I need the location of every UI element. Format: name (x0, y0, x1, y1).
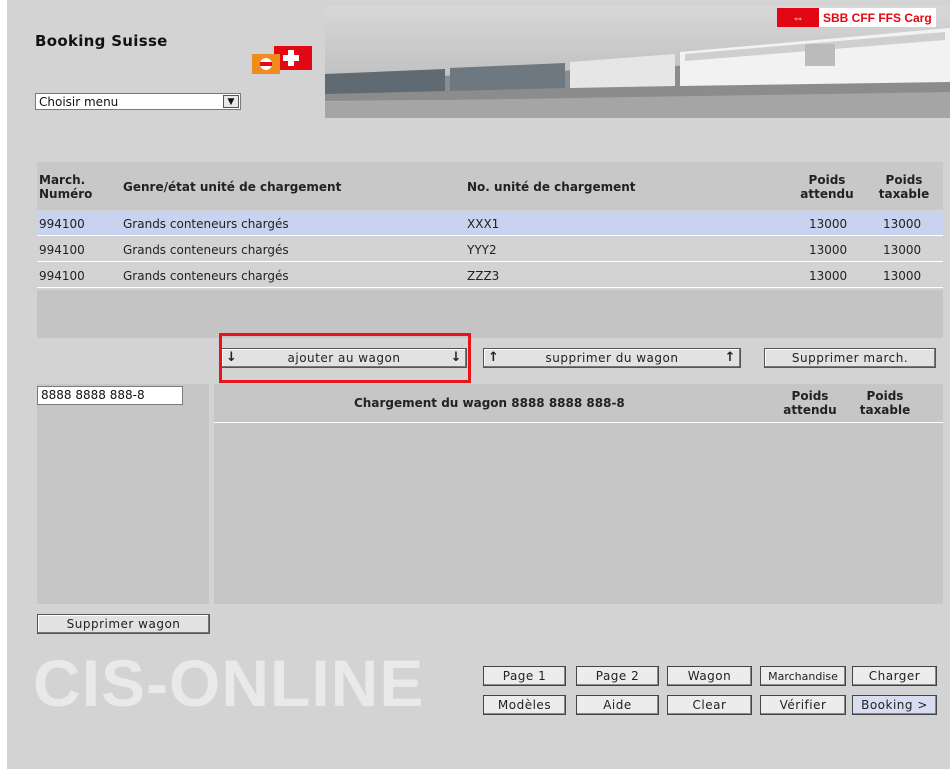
remove-from-wagon-button[interactable]: ↑ supprimer du wagon ↑ (483, 348, 741, 368)
table-row[interactable]: 994100 Grands conteneurs chargés XXX1 13… (37, 211, 943, 236)
cell-genre: Grands conteneurs chargés (123, 217, 289, 231)
page2-button[interactable]: Page 2 (576, 666, 659, 686)
col-genre: Genre/état unité de chargement (123, 180, 342, 194)
cell-unite: XXX1 (467, 217, 500, 231)
menu-select[interactable]: Choisir menu ▼ (35, 93, 241, 110)
loading-units-table-header: March. Numéro Genre/état unité de charge… (37, 162, 943, 210)
wagon-loading-list (214, 423, 943, 604)
table-row[interactable]: 994100 Grands conteneurs chargés ZZZ3 13… (37, 263, 943, 288)
wagon-col-taxable: Poids taxable (859, 389, 911, 417)
cell-numero: 994100 (39, 243, 85, 257)
cell-genre: Grands conteneurs chargés (123, 243, 289, 257)
cell-unite: YYY2 (467, 243, 497, 257)
marchandise-button[interactable]: Marchandise (760, 666, 846, 686)
col-numero: March. Numéro (39, 173, 93, 201)
app-window: Booking Suisse ⇔ SBB CFF FFS Carg Choisi… (7, 0, 950, 769)
table-empty-area (37, 290, 943, 338)
wagon-number-input[interactable]: 8888 8888 888-8 (37, 386, 183, 405)
sbb-arrows-icon: ⇔ (777, 8, 819, 27)
wagon-button[interactable]: Wagon (667, 666, 752, 686)
table-row[interactable]: 994100 Grands conteneurs chargés YYY2 13… (37, 237, 943, 262)
cell-genre: Grands conteneurs chargés (123, 269, 289, 283)
charger-button[interactable]: Charger (852, 666, 937, 686)
cell-unite: ZZZ3 (467, 269, 500, 283)
wagon-list-panel (37, 384, 209, 604)
cell-numero: 994100 (39, 217, 85, 231)
menu-select-value: Choisir menu (39, 94, 119, 109)
verifier-button[interactable]: Vérifier (760, 695, 846, 715)
cell-numero: 994100 (39, 269, 85, 283)
remove-from-wagon-label: supprimer du wagon (545, 351, 679, 365)
cell-attendu: 13000 (809, 269, 848, 283)
arrow-up-icon: ↑ (488, 350, 500, 365)
delete-march-button[interactable]: Supprimer march. (764, 348, 936, 368)
wagon-col-attendu: Poids attendu (783, 389, 837, 417)
clear-button[interactable]: Clear (667, 695, 752, 715)
aide-button[interactable]: Aide (576, 695, 659, 715)
sbb-brand-text: SBB CFF FFS Carg (819, 8, 936, 27)
cell-taxable: 13000 (883, 269, 922, 283)
col-poids-attendu: Poids attendu (800, 173, 854, 201)
delete-wagon-button[interactable]: Supprimer wagon (37, 614, 210, 634)
cell-attendu: 13000 (809, 217, 848, 231)
chevron-down-icon[interactable]: ▼ (223, 95, 239, 108)
sbb-logo: ⇔ SBB CFF FFS Carg (777, 8, 936, 27)
arrow-up-icon: ↑ (724, 350, 736, 365)
swiss-logo (252, 46, 312, 74)
col-unite: No. unité de chargement (467, 180, 636, 194)
cell-taxable: 13000 (883, 243, 922, 257)
highlight-box (219, 333, 471, 383)
booking-button[interactable]: Booking > (852, 695, 937, 715)
page1-button[interactable]: Page 1 (483, 666, 566, 686)
app-title: Booking Suisse (35, 32, 168, 50)
wagon-loading-header: Chargement du wagon 8888 8888 888-8 Poid… (214, 384, 943, 423)
col-poids-taxable: Poids taxable (878, 173, 930, 201)
wagon-heading: Chargement du wagon 8888 8888 888-8 (354, 396, 625, 410)
cis-online-watermark: CIS-ONLINE (33, 646, 425, 720)
cell-attendu: 13000 (809, 243, 848, 257)
modeles-button[interactable]: Modèles (483, 695, 566, 715)
cell-taxable: 13000 (883, 217, 922, 231)
